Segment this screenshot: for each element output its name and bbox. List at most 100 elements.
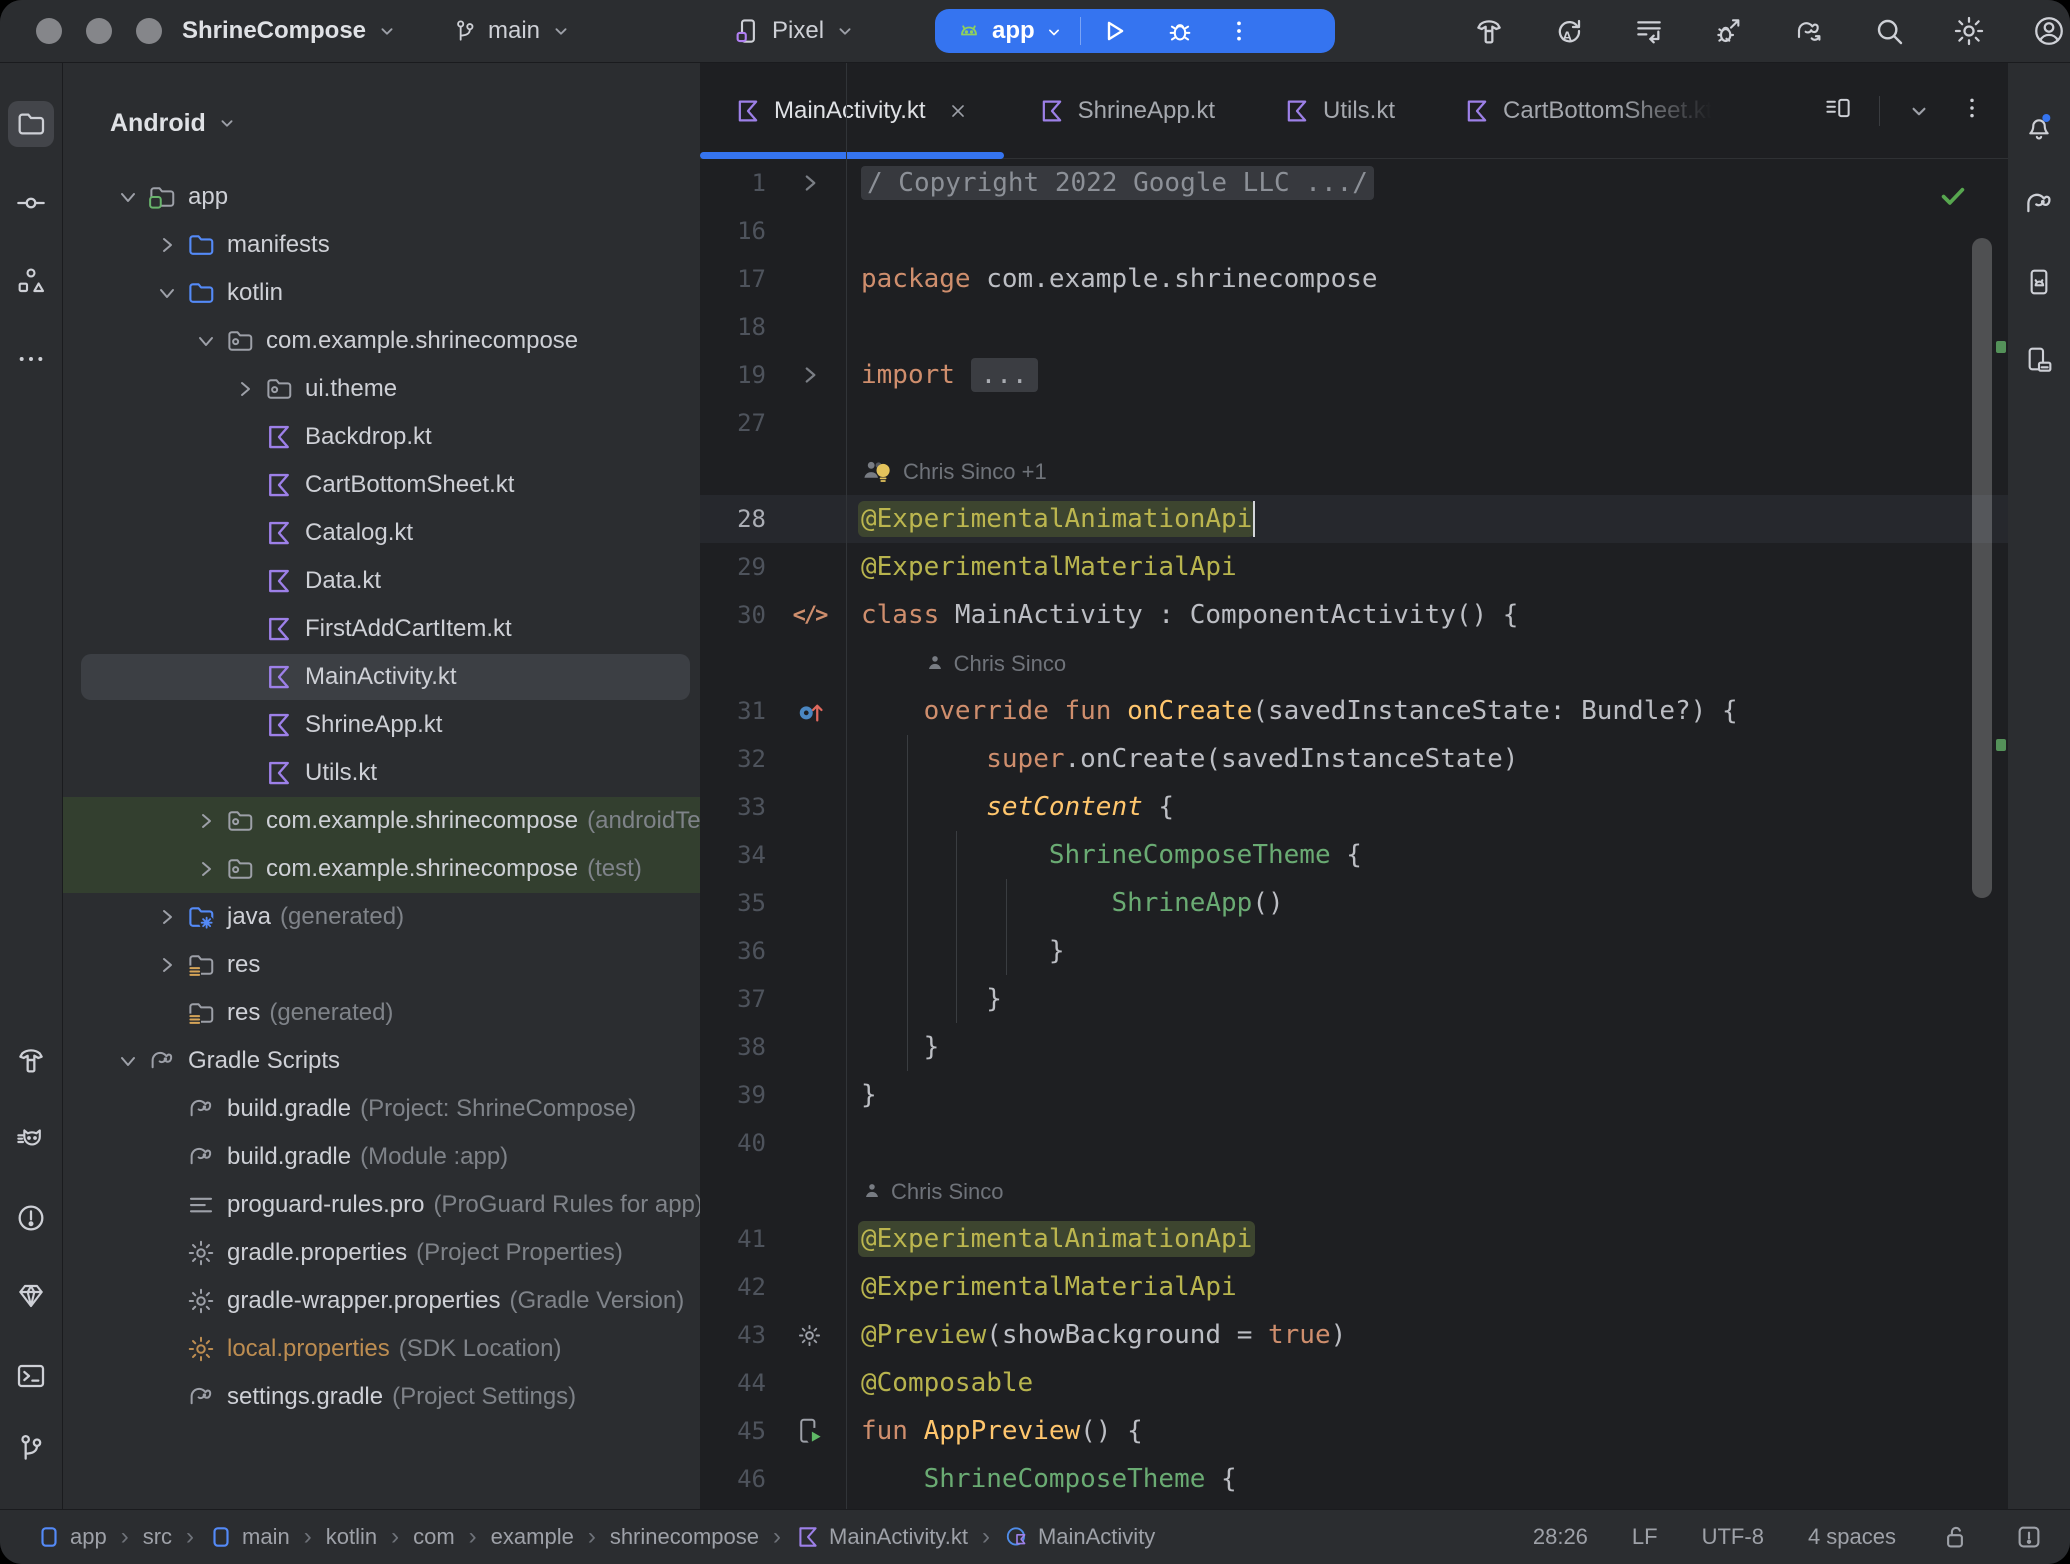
tree-item-build-gradle[interactable]: build.gradle(Project: ShrineCompose) — [63, 1085, 700, 1133]
override-marker-icon[interactable] — [795, 696, 825, 726]
minimize-button[interactable] — [86, 18, 112, 44]
tree-item-com-example-shrinecompose[interactable]: com.example.shrinecompose(test) — [63, 845, 700, 893]
tree-chevron-icon[interactable] — [187, 855, 225, 883]
tree-item-ui-theme[interactable]: ui.theme — [63, 365, 700, 413]
tree-chevron-icon[interactable] — [148, 951, 186, 979]
authors-lightbulb-icon[interactable] — [861, 456, 895, 486]
line-separator[interactable]: LF — [1632, 1524, 1658, 1550]
close-tab-icon[interactable] — [946, 99, 970, 123]
notifications-bell-icon[interactable] — [2016, 103, 2062, 149]
line-number[interactable]: 1 — [700, 169, 770, 197]
fold-chevron-icon[interactable] — [797, 170, 823, 196]
tree-item-proguard-rules-pro[interactable]: proguard-rules.pro(ProGuard Rules for ap… — [63, 1181, 700, 1229]
tree-chevron-icon[interactable] — [226, 375, 264, 403]
tree-item-settings-gradle[interactable]: settings.gradle(Project Settings) — [63, 1373, 700, 1421]
version-control-button[interactable] — [8, 1425, 54, 1471]
tree-item-res[interactable]: res(generated) — [63, 989, 700, 1037]
line-number[interactable]: 44 — [700, 1369, 770, 1397]
tree-item-backdrop-kt[interactable]: Backdrop.kt — [63, 413, 700, 461]
more-run-actions-button[interactable] — [1213, 9, 1265, 53]
line-number[interactable]: 35 — [700, 889, 770, 917]
build-tool-button[interactable] — [8, 1037, 54, 1083]
structure-tool-button[interactable] — [8, 258, 54, 304]
device-list-icon[interactable] — [1632, 14, 1666, 48]
breadcrumb-item-app[interactable]: app — [36, 1524, 107, 1550]
line-number[interactable]: 40 — [700, 1129, 770, 1157]
gear-gutter-icon[interactable] — [796, 1322, 823, 1349]
tree-chevron-icon[interactable] — [187, 327, 225, 355]
run-preview-icon[interactable] — [795, 1416, 825, 1446]
line-number[interactable]: 37 — [700, 985, 770, 1013]
indent-style[interactable]: 4 spaces — [1808, 1524, 1896, 1550]
line-number[interactable]: 41 — [700, 1225, 770, 1253]
tab-more-icon[interactable] — [1958, 94, 1986, 127]
zoom-button[interactable] — [136, 18, 162, 44]
line-number[interactable]: 46 — [700, 1465, 770, 1493]
commit-tool-button[interactable] — [8, 180, 54, 226]
line-number[interactable]: 28 — [700, 505, 770, 533]
tree-item-manifests[interactable]: manifests — [63, 221, 700, 269]
profiler-icon[interactable] — [1712, 14, 1746, 48]
apply-changes-icon[interactable]: A — [1552, 14, 1586, 48]
tree-item-local-properties[interactable]: local.properties(SDK Location) — [63, 1325, 700, 1373]
tree-item-shrineapp-kt[interactable]: ShrineApp.kt — [63, 701, 700, 749]
device-manager-button[interactable] — [2016, 337, 2062, 383]
tree-item-gradle-wrapper-properties[interactable]: gradle-wrapper.properties(Gradle Version… — [63, 1277, 700, 1325]
line-number[interactable]: 30 — [700, 601, 770, 629]
account-avatar-icon[interactable] — [2032, 14, 2066, 48]
tree-chevron-icon[interactable] — [109, 1047, 147, 1075]
breadcrumb-item-shrinecompose[interactable]: shrinecompose — [610, 1524, 759, 1550]
project-view-selector[interactable]: Android — [63, 99, 700, 147]
running-devices-button[interactable] — [2016, 259, 2062, 305]
split-editor-icon[interactable] — [1823, 93, 1853, 128]
line-number[interactable]: 31 — [700, 697, 770, 725]
line-number[interactable]: 16 — [700, 217, 770, 245]
tree-item-data-kt[interactable]: Data.kt — [63, 557, 700, 605]
code-editor[interactable]: 1/ Copyright 2022 Google LLC .../1617pac… — [700, 159, 2008, 1510]
tree-item-res[interactable]: res — [63, 941, 700, 989]
line-number[interactable]: 32 — [700, 745, 770, 773]
tree-chevron-icon[interactable] — [148, 279, 186, 307]
breadcrumb-item-com[interactable]: com — [413, 1524, 455, 1550]
app-quality-insights-button[interactable] — [8, 1273, 54, 1319]
settings-gear-icon[interactable] — [1952, 14, 1986, 48]
more-tools-button[interactable] — [8, 336, 54, 382]
gradle-sync-icon[interactable] — [1792, 14, 1826, 48]
build-icon[interactable] — [1472, 14, 1506, 48]
tab-utils-kt[interactable]: Utils.kt — [1249, 63, 1429, 158]
project-tool-button[interactable] — [8, 101, 54, 147]
line-number[interactable]: 33 — [700, 793, 770, 821]
line-number[interactable]: 38 — [700, 1033, 770, 1061]
breadcrumb-item-kotlin[interactable]: kotlin — [326, 1524, 377, 1550]
line-number[interactable]: 17 — [700, 265, 770, 293]
device-selector[interactable]: Pixel — [732, 0, 856, 62]
tree-chevron-icon[interactable] — [109, 183, 147, 211]
close-button[interactable] — [36, 18, 62, 44]
debug-button[interactable] — [1147, 9, 1213, 53]
line-number[interactable]: 39 — [700, 1081, 770, 1109]
tree-item-kotlin[interactable]: kotlin — [63, 269, 700, 317]
fold-chevron-icon[interactable] — [797, 362, 823, 388]
line-number[interactable]: 36 — [700, 937, 770, 965]
tab-list-dropdown-icon[interactable] — [1906, 98, 1932, 124]
breadcrumb-item-main[interactable]: main — [208, 1524, 290, 1550]
line-number[interactable]: 27 — [700, 409, 770, 437]
tree-item-gradle-properties[interactable]: gradle.properties(Project Properties) — [63, 1229, 700, 1277]
line-number[interactable]: 43 — [700, 1321, 770, 1349]
tree-item-build-gradle[interactable]: build.gradle(Module :app) — [63, 1133, 700, 1181]
line-number[interactable]: 42 — [700, 1273, 770, 1301]
tree-item-com-example-shrinecompose[interactable]: com.example.shrinecompose(androidTest) — [63, 797, 700, 845]
tree-item-java[interactable]: java(generated) — [63, 893, 700, 941]
tree-item-mainactivity-kt[interactable]: MainActivity.kt — [63, 653, 700, 701]
gradle-tool-button[interactable] — [2016, 181, 2062, 227]
run-config-selector[interactable]: app — [935, 17, 1080, 45]
line-number[interactable]: 34 — [700, 841, 770, 869]
line-number[interactable]: 18 — [700, 313, 770, 341]
logcat-tool-button[interactable] — [8, 1117, 54, 1163]
breadcrumb-item-mainactivity-kt[interactable]: MainActivity.kt — [795, 1524, 968, 1550]
terminal-tool-button[interactable] — [8, 1353, 54, 1399]
search-icon[interactable] — [1872, 14, 1906, 48]
tree-chevron-icon[interactable] — [187, 807, 225, 835]
tab-cartbottomsheet-kt[interactable]: CartBottomSheet.kt — [1429, 63, 1746, 158]
run-button[interactable] — [1081, 9, 1147, 53]
